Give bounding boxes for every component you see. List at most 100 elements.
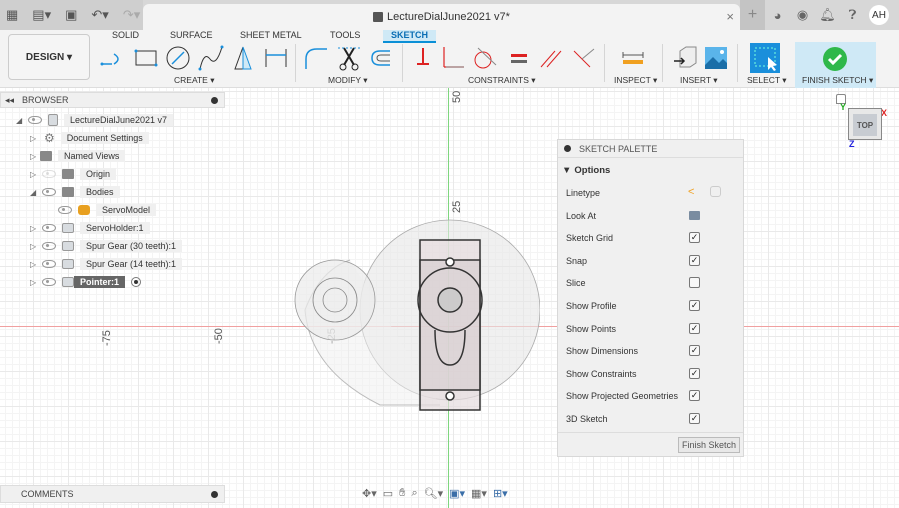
sketch-palette-header[interactable]: SKETCH PALETTE xyxy=(558,140,743,158)
tree-item-servoholder[interactable]: ▷ ServoHolder:1 xyxy=(30,220,150,236)
help-icon[interactable]: ❓︎ xyxy=(840,0,865,30)
offset-tool-icon[interactable] xyxy=(368,45,394,71)
extensions-icon[interactable]: ◕ xyxy=(765,0,790,30)
inspect-menu[interactable]: INSPECT ▾ xyxy=(614,75,657,86)
job-status-icon[interactable]: ◉ xyxy=(790,0,815,30)
collapsed-icon[interactable]: ▷ xyxy=(30,134,38,143)
visibility-eye-icon[interactable] xyxy=(42,278,56,286)
pin-icon[interactable] xyxy=(564,145,571,152)
palette-finish-sketch-button[interactable]: Finish Sketch xyxy=(678,437,740,453)
activate-radio-icon[interactable] xyxy=(131,277,142,287)
grid-settings-icon[interactable]: ▦▾ xyxy=(471,487,487,500)
finish-sketch-button[interactable]: FINISH SKETCH ▾ xyxy=(795,42,876,88)
undo-icon[interactable]: ↶▾ xyxy=(91,7,108,23)
visibility-eye-icon[interactable] xyxy=(42,188,56,196)
view-cube[interactable]: TOP xyxy=(848,108,882,140)
collapse-browser-icon[interactable]: ◂◂ xyxy=(5,95,14,106)
collapsed-icon[interactable]: ▷ xyxy=(30,260,38,269)
insert-derive-icon[interactable] xyxy=(672,45,698,71)
modify-menu[interactable]: MODIFY ▾ xyxy=(328,75,368,86)
tree-item-named-views[interactable]: ▷ Named Views xyxy=(30,148,126,164)
file-menu-icon[interactable]: ▤▾ xyxy=(32,7,51,23)
pin-icon[interactable] xyxy=(211,97,218,104)
insert-menu[interactable]: INSERT ▾ xyxy=(680,75,718,86)
hidden-eye-icon[interactable] xyxy=(42,170,56,178)
dimension-tool-icon[interactable] xyxy=(263,45,289,71)
pan-hand-icon[interactable]: ✋︎ xyxy=(399,487,405,500)
tree-item-origin[interactable]: ▷ Origin xyxy=(30,166,117,182)
redo-icon[interactable]: ↷▾ xyxy=(123,7,140,23)
add-comment-icon[interactable] xyxy=(211,491,218,498)
constraints-menu[interactable]: CONSTRAINTS ▾ xyxy=(468,75,536,86)
orbit-icon[interactable]: ✥▾ xyxy=(362,487,377,500)
visibility-eye-icon[interactable] xyxy=(42,242,56,250)
centerline-linetype-icon[interactable] xyxy=(710,186,721,197)
tree-item-document-settings[interactable]: ▷ ⚙ Document Settings xyxy=(30,130,149,146)
save-icon[interactable]: ▣ xyxy=(65,7,77,23)
collapsed-icon[interactable]: ▷ xyxy=(30,278,38,287)
select-tool-icon[interactable] xyxy=(750,43,780,73)
collapsed-icon[interactable]: ▷ xyxy=(30,152,38,161)
show-points-checkbox[interactable]: ✓ xyxy=(689,323,700,334)
spline-tool-icon[interactable] xyxy=(198,45,224,71)
view-cube-face[interactable]: TOP xyxy=(853,114,877,136)
tree-item-servomodel[interactable]: ServoModel xyxy=(54,202,157,218)
coincident-constraint-icon[interactable] xyxy=(440,45,466,71)
line-tool-icon[interactable] xyxy=(100,45,126,71)
fix-constraint-icon[interactable] xyxy=(410,45,436,71)
tree-item-bodies[interactable]: ◢ Bodies xyxy=(30,184,120,200)
trim-scissors-icon[interactable] xyxy=(336,45,362,71)
show-profile-checkbox[interactable]: ✓ xyxy=(689,300,700,311)
perpendicular-constraint-icon[interactable] xyxy=(570,45,596,71)
tab-tools[interactable]: TOOLS xyxy=(330,30,360,43)
collapsed-icon[interactable]: ▷ xyxy=(30,242,38,251)
fit-zoom-icon[interactable]: 🔍︎▾ xyxy=(424,487,444,500)
document-tab[interactable]: LectureDialJune2021 v7* × xyxy=(143,4,740,30)
slice-checkbox[interactable] xyxy=(689,277,700,288)
comments-panel[interactable]: COMMENTS xyxy=(0,485,225,503)
rectangle-tool-icon[interactable] xyxy=(133,45,159,71)
show-projected-geometries-checkbox[interactable]: ✓ xyxy=(689,390,700,401)
tree-item-spur-gear-14[interactable]: ▷ Spur Gear (14 teeth):1 xyxy=(30,256,183,272)
collapsed-icon[interactable]: ▷ xyxy=(30,170,38,179)
select-menu[interactable]: SELECT ▾ xyxy=(747,75,787,86)
tab-solid[interactable]: SOLID xyxy=(112,30,139,43)
tree-item-spur-gear-30[interactable]: ▷ Spur Gear (30 teeth):1 xyxy=(30,238,183,254)
expanded-icon[interactable]: ◢ xyxy=(30,188,38,197)
sketch-geometry[interactable] xyxy=(280,200,540,420)
visibility-eye-icon[interactable] xyxy=(58,206,72,214)
fillet-tool-icon[interactable] xyxy=(303,45,329,71)
equal-constraint-icon[interactable] xyxy=(506,45,532,71)
construction-linetype-icon[interactable]: < xyxy=(688,186,694,198)
look-at-icon[interactable]: ▭ xyxy=(383,487,393,500)
close-tab-button[interactable]: × xyxy=(726,9,734,24)
notifications-bell-icon[interactable]: 🔔︎ xyxy=(815,0,840,30)
collapsed-icon[interactable]: ▷ xyxy=(30,224,38,233)
tree-item-pointer[interactable]: ▷ Pointer:1 xyxy=(30,274,142,290)
workspace-switcher[interactable]: DESIGN ▾ xyxy=(8,34,90,80)
user-avatar[interactable]: AH xyxy=(869,5,889,25)
tree-item-root[interactable]: ◢ LectureDialJune2021 v7 xyxy=(16,112,174,128)
app-grid-icon[interactable]: ▦ xyxy=(6,7,18,23)
viewports-icon[interactable]: ⊞▾ xyxy=(493,487,508,500)
circle-tool-icon[interactable] xyxy=(165,45,191,71)
tab-surface[interactable]: SURFACE xyxy=(170,30,213,43)
3d-sketch-checkbox[interactable]: ✓ xyxy=(689,413,700,424)
insert-canvas-image-icon[interactable] xyxy=(703,45,729,71)
new-tab-button[interactable]: + xyxy=(740,0,765,30)
show-constraints-checkbox[interactable]: ✓ xyxy=(689,368,700,379)
browser-panel-header[interactable]: ◂◂ BROWSER xyxy=(0,92,225,108)
tab-sheet-metal[interactable]: SHEET METAL xyxy=(240,30,302,43)
parallel-constraint-icon[interactable] xyxy=(537,45,563,71)
tab-sketch[interactable]: SKETCH xyxy=(383,30,437,43)
sketch-grid-checkbox[interactable]: ✓ xyxy=(689,232,700,243)
mirror-tool-icon[interactable] xyxy=(231,45,257,71)
visibility-eye-icon[interactable] xyxy=(42,260,56,268)
visibility-eye-icon[interactable] xyxy=(42,224,56,232)
show-dimensions-checkbox[interactable]: ✓ xyxy=(689,345,700,356)
tangent-constraint-icon[interactable] xyxy=(472,45,498,71)
display-settings-icon[interactable]: ▣▾ xyxy=(449,487,465,500)
look-at-icon[interactable] xyxy=(689,211,700,220)
snap-checkbox[interactable]: ✓ xyxy=(689,255,700,266)
create-menu[interactable]: CREATE ▾ xyxy=(174,75,214,86)
